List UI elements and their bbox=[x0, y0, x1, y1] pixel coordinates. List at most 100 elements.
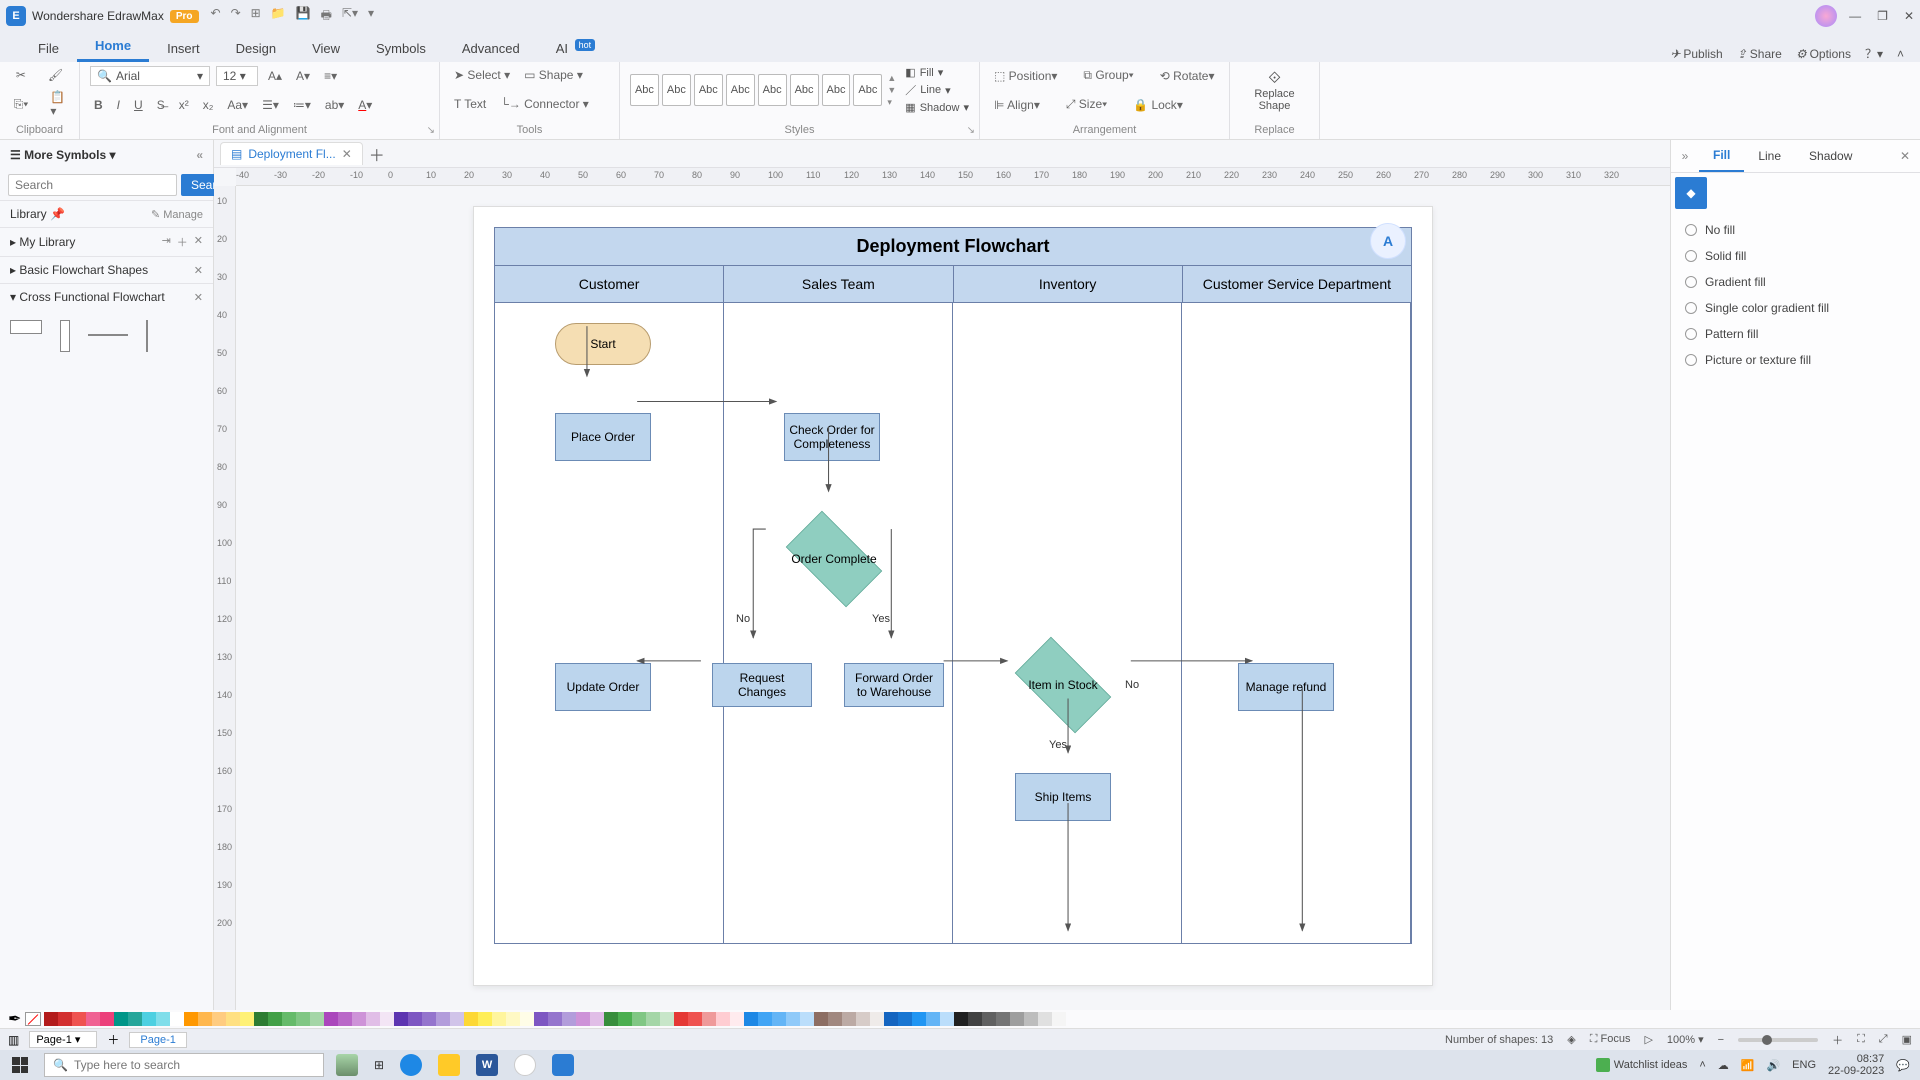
lane-service[interactable]: Manage refund bbox=[1182, 303, 1411, 943]
fill-button[interactable]: ◧ Fill ▾ bbox=[905, 66, 969, 79]
my-library[interactable]: ▸ My Library bbox=[10, 235, 75, 249]
cut-icon[interactable]: ✂ bbox=[12, 66, 30, 84]
align-button[interactable]: ⊫ Align▾ bbox=[990, 96, 1044, 114]
lib-close-icon[interactable]: ✕ bbox=[194, 234, 203, 250]
color-swatch[interactable] bbox=[100, 1012, 114, 1026]
file-explorer-icon[interactable] bbox=[438, 1054, 460, 1076]
fill-option-picture[interactable]: Picture or texture fill bbox=[1685, 353, 1906, 367]
close-cross-icon[interactable]: ✕ bbox=[194, 291, 203, 304]
text-tool[interactable]: T Text bbox=[450, 95, 490, 113]
bold-icon[interactable]: B bbox=[90, 96, 107, 114]
style-swatch[interactable]: Abc bbox=[822, 74, 851, 106]
color-swatch[interactable] bbox=[324, 1012, 338, 1026]
line-button[interactable]: ／ Line ▾ bbox=[905, 82, 969, 98]
shape-tool[interactable]: ▭ Shape ▾ bbox=[520, 66, 587, 84]
color-swatch[interactable] bbox=[436, 1012, 450, 1026]
menu-view[interactable]: View bbox=[294, 35, 358, 62]
color-swatch[interactable] bbox=[296, 1012, 310, 1026]
presentation-icon[interactable]: ▷ bbox=[1644, 1033, 1652, 1046]
style-swatch[interactable]: Abc bbox=[726, 74, 755, 106]
color-swatch[interactable] bbox=[156, 1012, 170, 1026]
zoom-out-icon[interactable]: − bbox=[1718, 1034, 1724, 1046]
node-ship-items[interactable]: Ship Items bbox=[1015, 773, 1111, 821]
canvas-scroll[interactable]: A Deployment Flowchart Customer Sales Te… bbox=[236, 186, 1670, 1010]
fill-option-gradient[interactable]: Gradient fill bbox=[1685, 275, 1906, 289]
help-icon[interactable]: ？▾ bbox=[1865, 45, 1883, 62]
menu-advanced[interactable]: Advanced bbox=[444, 35, 538, 62]
style-swatch[interactable]: Abc bbox=[853, 74, 882, 106]
menu-insert[interactable]: Insert bbox=[149, 35, 218, 62]
color-swatch[interactable] bbox=[856, 1012, 870, 1026]
fill-option-none[interactable]: No fill bbox=[1685, 223, 1906, 237]
decrease-font-icon[interactable]: A▾ bbox=[292, 67, 314, 85]
focus-button[interactable]: ⛶ Focus bbox=[1590, 1033, 1631, 1046]
bullets-icon[interactable]: ≔▾ bbox=[289, 96, 315, 114]
styles-up-icon[interactable]: ▲ bbox=[887, 73, 896, 83]
save-icon[interactable]: 💾 bbox=[296, 6, 311, 27]
onedrive-icon[interactable]: ☁ bbox=[1718, 1059, 1729, 1072]
weather-widget-icon[interactable] bbox=[336, 1054, 358, 1076]
color-swatch[interactable] bbox=[408, 1012, 422, 1026]
node-forward-order[interactable]: Forward Order to Warehouse bbox=[844, 663, 944, 707]
node-order-complete[interactable]: Order Complete bbox=[774, 523, 894, 595]
style-swatch[interactable]: Abc bbox=[694, 74, 723, 106]
color-swatch[interactable] bbox=[1052, 1012, 1066, 1026]
color-swatch[interactable] bbox=[534, 1012, 548, 1026]
start-button[interactable] bbox=[0, 1050, 40, 1080]
lane-header-service[interactable]: Customer Service Department bbox=[1183, 266, 1411, 303]
color-swatch[interactable] bbox=[114, 1012, 128, 1026]
menu-design[interactable]: Design bbox=[218, 35, 294, 62]
new-icon[interactable]: ⊞ bbox=[251, 6, 261, 27]
minimize-icon[interactable]: ― bbox=[1849, 9, 1861, 23]
lane-header-inventory[interactable]: Inventory bbox=[954, 266, 1183, 303]
properties-icon[interactable]: ▣ bbox=[1902, 1033, 1912, 1046]
color-swatch[interactable] bbox=[548, 1012, 562, 1026]
fullscreen-icon[interactable]: ⤢ bbox=[1879, 1033, 1888, 1046]
color-swatch[interactable] bbox=[44, 1012, 58, 1026]
lib-add-icon[interactable]: ＋ bbox=[177, 234, 188, 250]
fill-option-single-gradient[interactable]: Single color gradient fill bbox=[1685, 301, 1906, 315]
style-swatch[interactable]: Abc bbox=[758, 74, 787, 106]
align-drop-icon[interactable]: ≡▾ bbox=[320, 67, 341, 85]
layers-icon[interactable]: ◈ bbox=[1567, 1033, 1575, 1046]
color-swatch[interactable] bbox=[184, 1012, 198, 1026]
lane-inventory[interactable]: Item in Stock Ship Items No Yes bbox=[953, 303, 1182, 943]
word-icon[interactable]: W bbox=[476, 1054, 498, 1076]
print-icon[interactable]: 🖶 bbox=[321, 6, 332, 27]
color-swatch[interactable] bbox=[814, 1012, 828, 1026]
color-swatch[interactable] bbox=[716, 1012, 730, 1026]
color-swatch[interactable] bbox=[968, 1012, 982, 1026]
color-swatch[interactable] bbox=[198, 1012, 212, 1026]
page-panel-icon[interactable]: ▥ bbox=[8, 1033, 19, 1047]
shape-separator-h[interactable] bbox=[88, 334, 128, 336]
cross-functional-flowchart[interactable]: ▾ Cross Functional Flowchart bbox=[10, 290, 165, 304]
fill-tool-icon[interactable]: ◆ bbox=[1675, 177, 1707, 209]
font-color-icon[interactable]: A▾ bbox=[354, 96, 376, 114]
color-swatch[interactable] bbox=[240, 1012, 254, 1026]
menu-ai[interactable]: AI hot bbox=[538, 35, 613, 62]
color-swatch[interactable] bbox=[1010, 1012, 1024, 1026]
color-swatch[interactable] bbox=[646, 1012, 660, 1026]
options-button[interactable]: ⚙Options bbox=[1796, 47, 1851, 61]
color-swatch[interactable] bbox=[268, 1012, 282, 1026]
color-swatch[interactable] bbox=[380, 1012, 394, 1026]
manage-button[interactable]: ✎ Manage bbox=[151, 208, 203, 221]
color-swatch[interactable] bbox=[884, 1012, 898, 1026]
color-swatch[interactable] bbox=[758, 1012, 772, 1026]
ai-assistant-icon[interactable]: A bbox=[1370, 223, 1406, 259]
color-swatch[interactable] bbox=[394, 1012, 408, 1026]
styles-down-icon[interactable]: ▼ bbox=[887, 85, 896, 95]
color-swatch[interactable] bbox=[72, 1012, 86, 1026]
no-color-swatch[interactable] bbox=[25, 1012, 41, 1026]
color-swatch[interactable] bbox=[898, 1012, 912, 1026]
color-swatch[interactable] bbox=[660, 1012, 674, 1026]
redo-icon[interactable]: ↷ bbox=[231, 6, 241, 27]
highlight-icon[interactable]: ab▾ bbox=[321, 96, 348, 114]
color-swatch[interactable] bbox=[338, 1012, 352, 1026]
language-icon[interactable]: ENG bbox=[1792, 1059, 1816, 1071]
close-format-panel[interactable]: ✕ bbox=[1890, 143, 1920, 169]
color-swatch[interactable] bbox=[940, 1012, 954, 1026]
chrome-icon[interactable] bbox=[514, 1054, 536, 1076]
swimlane-title[interactable]: Deployment Flowchart bbox=[495, 228, 1411, 266]
color-swatch[interactable] bbox=[730, 1012, 744, 1026]
